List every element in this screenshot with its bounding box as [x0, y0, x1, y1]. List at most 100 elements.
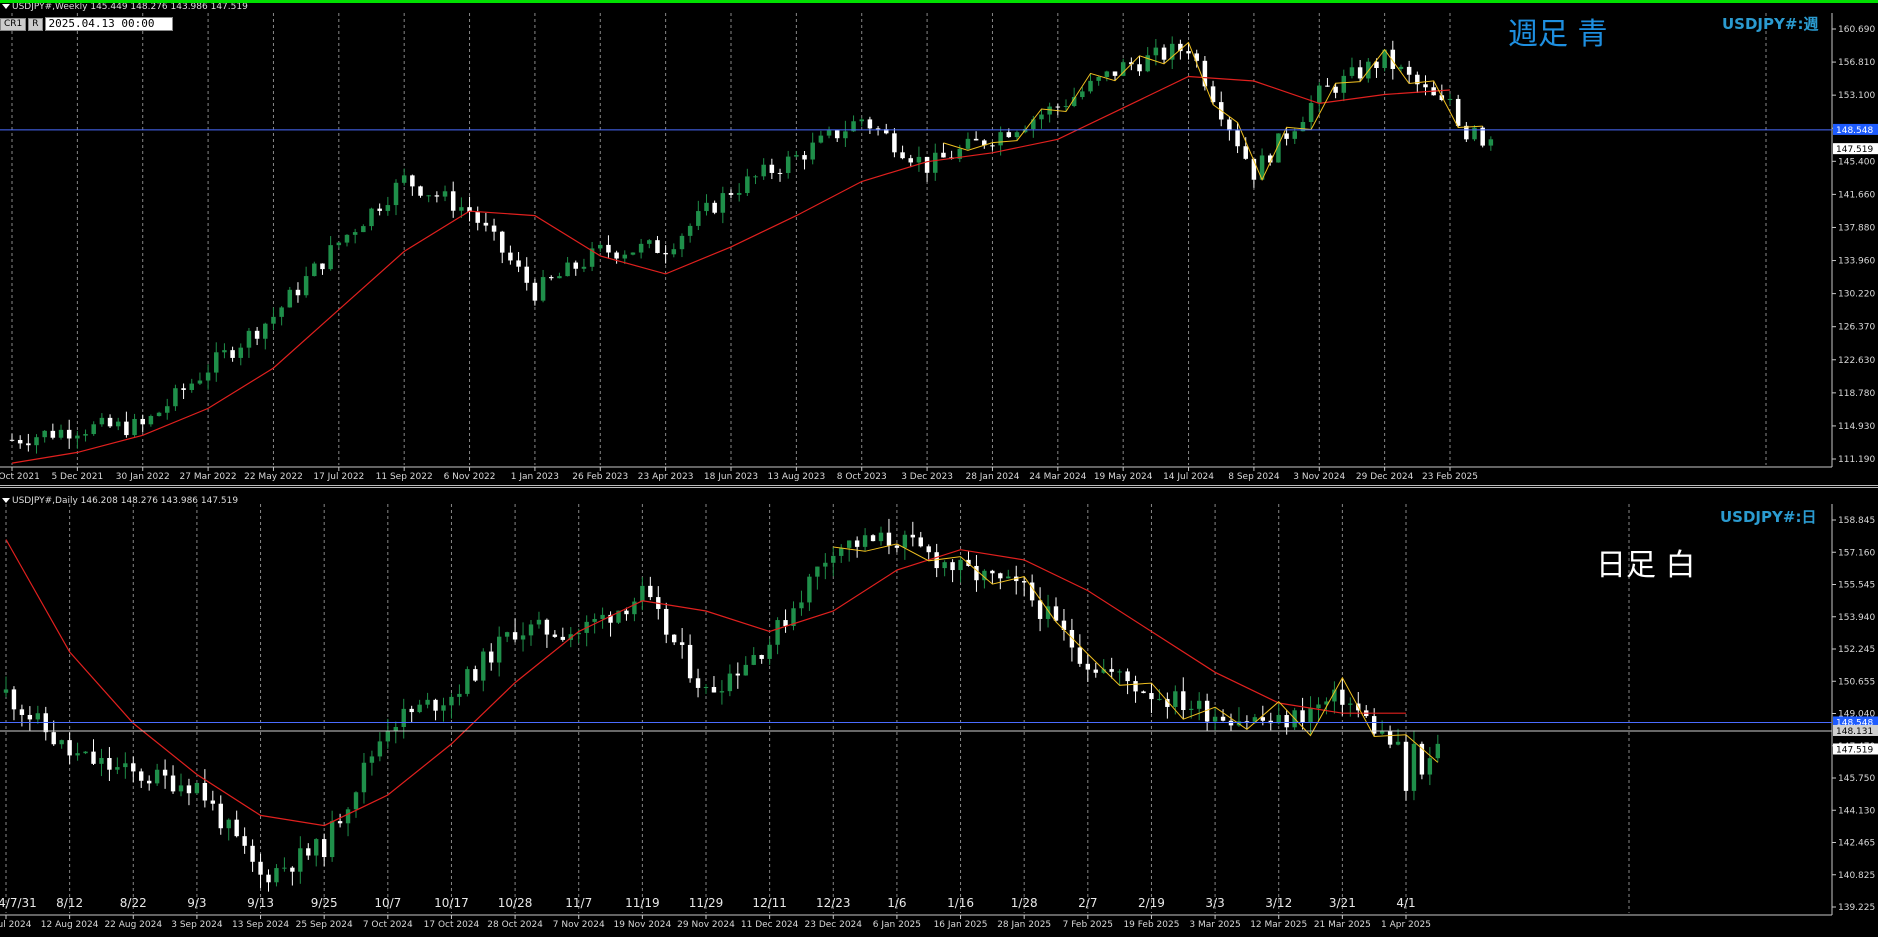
- candle-body: [258, 861, 263, 875]
- candle-body: [1387, 731, 1393, 745]
- time-tick-label: 27 Mar 2022: [180, 472, 237, 482]
- candle-body: [1077, 647, 1083, 664]
- grid-date-label: 2024/7/31: [0, 896, 37, 910]
- candle-body: [202, 782, 208, 801]
- candle-body: [1447, 98, 1453, 101]
- candle-body: [1379, 731, 1385, 734]
- candle-body: [1021, 581, 1027, 583]
- weekly-chart-canvas[interactable]: 160.690156.810153.100149.410145.400141.6…: [0, 3, 1878, 485]
- candle-body: [186, 785, 192, 794]
- price-marker-label: 148.131: [1836, 727, 1873, 737]
- candle-body: [329, 821, 335, 858]
- time-tick-label: 7 Oct 2024: [363, 920, 413, 930]
- candle-body: [640, 585, 645, 602]
- time-tick-label: 17 Jul 2022: [313, 472, 364, 482]
- candle-body: [624, 610, 629, 615]
- price-tick-label: 150.655: [1838, 677, 1875, 687]
- candle-body: [320, 263, 325, 270]
- time-tick-label: 22 Aug 2024: [104, 920, 162, 930]
- daily-title: 日足 白: [1596, 548, 1696, 583]
- candle-body: [663, 252, 668, 255]
- candle-body: [51, 732, 56, 745]
- candle-body: [818, 135, 824, 143]
- time-tick-label: 25 Sep 2024: [296, 920, 353, 930]
- grid-date-label: 11/29: [689, 896, 724, 910]
- time-tick-label: 21 Mar 2025: [1314, 920, 1371, 930]
- grid-date-label: 4/1: [1396, 896, 1415, 910]
- candle-body: [508, 252, 513, 261]
- candle-body: [115, 421, 121, 427]
- candle-body: [826, 130, 832, 136]
- time-tick-label: 8 Oct 2023: [837, 472, 887, 482]
- candle-body: [164, 406, 170, 413]
- candle-body: [894, 545, 900, 548]
- candle-body: [238, 347, 244, 358]
- candle-body: [664, 608, 669, 635]
- candle-body: [843, 131, 848, 139]
- candle-body: [1411, 743, 1417, 791]
- grid-date-label: 11/7: [565, 896, 592, 910]
- candle-body: [719, 691, 725, 693]
- weekly-symbol-label: USDJPY#:週: [1722, 15, 1819, 33]
- candle-body: [648, 585, 653, 598]
- price-tick-label: 145.750: [1838, 774, 1875, 784]
- price-marker-label: 148.548: [1836, 126, 1873, 136]
- candle-body: [1031, 119, 1036, 130]
- candle-body: [441, 705, 446, 711]
- candle-body: [298, 848, 303, 872]
- candle-body: [1349, 67, 1355, 76]
- date-input[interactable]: 2025.04.13 00:00: [44, 17, 173, 31]
- cr-button[interactable]: CR1: [0, 17, 27, 31]
- candle-body: [59, 740, 64, 745]
- candle-body: [131, 763, 136, 772]
- candle-body: [916, 156, 922, 163]
- candle-body: [687, 225, 693, 236]
- candle-body: [230, 350, 235, 358]
- candle-body: [524, 266, 529, 283]
- candle-body: [1039, 114, 1044, 120]
- candle-body: [1196, 700, 1202, 709]
- candle-body: [9, 439, 15, 441]
- daily-info-line: USDJPY#,Daily 146.208 148.276 143.986 14…: [2, 496, 238, 506]
- r-button[interactable]: R: [28, 17, 43, 31]
- daily-chart-pane[interactable]: 158.845 157.160 155.545 153.940 152.245 150.6…: [0, 488, 1878, 937]
- candle-body: [783, 620, 788, 626]
- candle-body: [892, 133, 897, 153]
- candle-body: [1181, 691, 1186, 711]
- candle-body: [1104, 71, 1110, 77]
- candle-body: [540, 277, 546, 301]
- candle-body: [173, 388, 178, 407]
- price-tick-label: 142.465: [1838, 839, 1875, 849]
- candle-body: [107, 758, 112, 770]
- time-tick-label: 29 Nov 2024: [677, 920, 735, 930]
- time-tick-label: 6 Jan 2025: [873, 920, 921, 930]
- candle-body: [146, 780, 152, 784]
- time-tick-label: 11 Sep 2022: [376, 472, 433, 482]
- candle-body: [1300, 710, 1305, 723]
- candle-body: [549, 277, 554, 279]
- candle-body: [489, 651, 494, 663]
- candle-body: [75, 753, 80, 756]
- time-tick-label: 23 Feb 2025: [1422, 472, 1478, 482]
- candle-body: [839, 547, 844, 556]
- weekly-title: 週足 青: [1508, 17, 1608, 52]
- dropdown-triangle-icon[interactable]: [2, 4, 10, 9]
- dropdown-triangle-icon[interactable]: [2, 498, 10, 503]
- candle-body: [532, 282, 538, 301]
- candle-body: [933, 152, 938, 173]
- candle-body: [197, 380, 203, 384]
- weekly-chart-pane[interactable]: 160.690156.810153.100149.410145.400141.6…: [0, 0, 1878, 485]
- time-tick-label: 23 Dec 2024: [805, 920, 863, 930]
- candle-body: [1488, 139, 1494, 146]
- candle-body: [902, 534, 908, 548]
- candle-body: [1186, 51, 1191, 54]
- candle-body: [459, 207, 464, 211]
- candle-body: [560, 636, 566, 640]
- candle-body: [107, 417, 113, 427]
- candle-body: [679, 642, 685, 645]
- candle-body: [875, 128, 881, 130]
- candle-body: [810, 142, 815, 160]
- time-tick-label: 18 Jun 2023: [704, 472, 758, 482]
- candle-body: [496, 636, 502, 663]
- candle-body: [1348, 703, 1353, 705]
